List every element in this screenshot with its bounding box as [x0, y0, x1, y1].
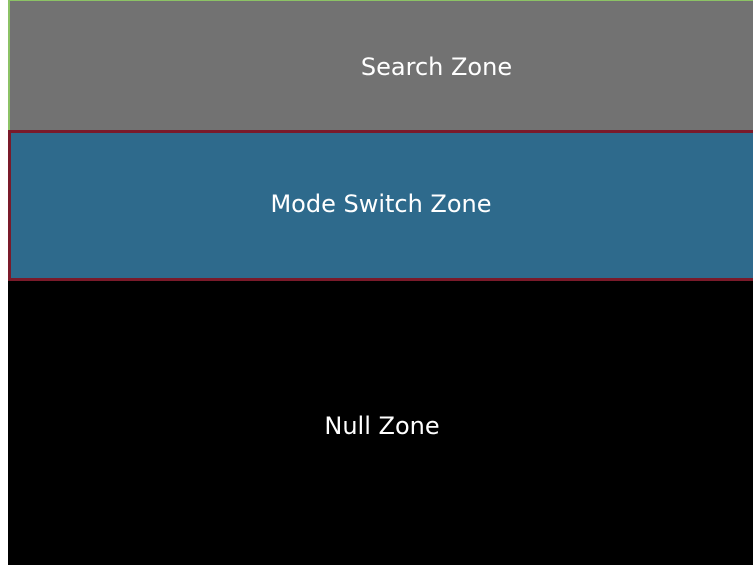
mode-switch-zone-label: Mode Switch Zone — [270, 189, 492, 218]
null-zone-label: Null Zone — [324, 411, 440, 440]
search-zone: Search Zone — [8, 0, 753, 132]
search-zone-label: Search Zone — [360, 52, 513, 81]
mode-switch-zone: Mode Switch Zone — [8, 130, 753, 281]
null-zone: Null Zone — [8, 280, 753, 565]
